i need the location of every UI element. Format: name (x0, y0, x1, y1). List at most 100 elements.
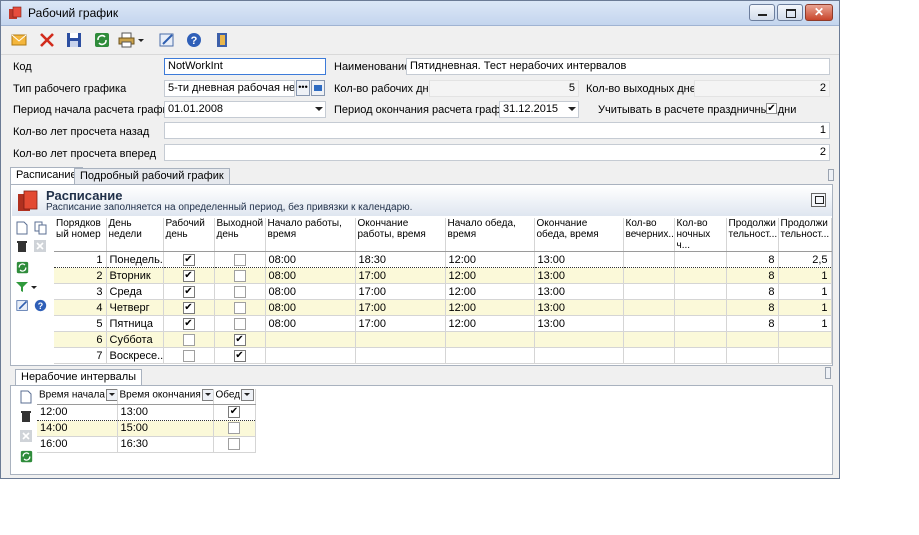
interval-end-cell[interactable]: 16:30 (117, 436, 214, 453)
night-hours-cell[interactable] (674, 299, 727, 316)
checkbox[interactable] (233, 269, 246, 282)
day-cell[interactable]: Воскресе... (106, 347, 164, 364)
night-hours-cell[interactable] (674, 283, 727, 300)
toolbar-print-dropdown[interactable] (118, 30, 144, 50)
table-row[interactable]: 7 Воскресе... ✔ (54, 347, 832, 364)
workday-checkbox[interactable]: ✔ (163, 267, 215, 284)
dayoff-checkbox[interactable]: ✔ (214, 347, 266, 364)
tab-scroll-icon[interactable] (828, 169, 834, 181)
order-cell[interactable]: 5 (54, 315, 107, 332)
order-cell[interactable]: 7 (54, 347, 107, 364)
interval-start-cell[interactable]: 16:00 (37, 436, 118, 453)
evening-hours-cell[interactable] (623, 315, 675, 332)
col-header-dayoff[interactable]: Выходной день (214, 218, 266, 252)
work-end-cell[interactable]: 17:00 (355, 283, 446, 300)
table-row[interactable]: 14:00 15:00 (37, 420, 256, 437)
col-header-day[interactable]: День недели (106, 218, 164, 252)
work-end-cell[interactable] (355, 347, 446, 364)
table-row[interactable]: 12:00 13:00 ✔ (37, 403, 256, 421)
day-cell[interactable]: Суббота (106, 331, 164, 348)
edit-grid-button[interactable] (15, 298, 29, 312)
checkbox[interactable]: ✔ (233, 333, 246, 346)
checkbox[interactable]: ✔ (228, 406, 240, 419)
period-end-select[interactable]: 31.12.2015 (499, 101, 579, 118)
order-cell[interactable]: 3 (54, 283, 107, 300)
interval-end-cell[interactable]: 13:00 (117, 403, 214, 421)
night-hours-cell[interactable] (674, 331, 727, 348)
period-start-select[interactable]: 01.01.2008 (164, 101, 326, 118)
lunch-start-cell[interactable]: 12:00 (445, 299, 535, 316)
toolbar-refresh-button[interactable] (92, 30, 112, 50)
grid-help-button[interactable]: ? (33, 298, 47, 312)
table-row[interactable]: 5 Пятница ✔ 08:00 17:00 12:00 13:00 8 1 (54, 315, 832, 332)
checkbox[interactable] (228, 438, 240, 451)
tab-schedule[interactable]: Расписание (10, 167, 83, 185)
lunch-end-cell[interactable]: 13:00 (534, 299, 624, 316)
work-start-cell[interactable]: 08:00 (265, 299, 356, 316)
filter-dropdown-icon[interactable] (241, 389, 254, 401)
schedule-type-input[interactable]: 5-ти дневная рабочая неделя (164, 80, 295, 97)
close-button[interactable]: ✕ (805, 4, 833, 21)
duration-2-cell[interactable]: 1 (778, 299, 832, 316)
work-start-cell[interactable] (265, 347, 356, 364)
checkbox[interactable] (233, 285, 246, 298)
refresh-intervals-button[interactable] (19, 449, 33, 463)
refresh-grid-button[interactable] (15, 260, 29, 274)
add-interval-button[interactable] (19, 390, 33, 404)
evening-hours-cell[interactable] (623, 267, 675, 284)
interval-end-cell[interactable]: 15:00 (117, 420, 214, 437)
code-input[interactable]: NotWorkInt (164, 58, 326, 75)
table-row[interactable]: 3 Среда ✔ 08:00 17:00 12:00 13:00 8 1 (54, 283, 832, 300)
checkbox[interactable]: ✔ (182, 301, 195, 314)
col-header-order[interactable]: Порядков ый номер (54, 218, 107, 252)
maximize-button[interactable] (777, 4, 803, 21)
work-end-cell[interactable]: 17:00 (355, 315, 446, 332)
dayoff-checkbox[interactable] (214, 267, 266, 284)
checkbox[interactable] (233, 253, 246, 266)
col-header-work-end[interactable]: Окончание работы, время (355, 218, 446, 252)
name-input[interactable]: Пятидневная. Тест нерабочих интервалов (406, 58, 830, 75)
lunch-start-cell[interactable] (445, 331, 535, 348)
toolbar-exit-button[interactable] (212, 30, 232, 50)
checkbox[interactable]: ✔ (182, 317, 195, 330)
clear-interval-button[interactable] (19, 429, 33, 443)
duration-2-cell[interactable] (778, 347, 832, 364)
col-header-lunch-start[interactable]: Начало обеда, время (445, 218, 535, 252)
dayoff-checkbox[interactable] (214, 283, 266, 300)
years-forward-input[interactable]: 2 (164, 144, 830, 161)
lunch-checkbox[interactable] (213, 436, 256, 453)
title-bar[interactable]: Рабочий график ✕ (1, 1, 839, 26)
table-row[interactable]: 6 Суббота ✔ (54, 331, 832, 348)
holidays-checkbox[interactable]: ✔ (766, 103, 777, 114)
lunch-checkbox[interactable]: ✔ (213, 403, 256, 421)
day-cell[interactable]: Четверг (106, 299, 164, 316)
col-header-workday[interactable]: Рабочий день (163, 218, 215, 252)
delete-interval-button[interactable] (19, 409, 33, 423)
restore-panel-button[interactable] (811, 193, 826, 207)
minimize-button[interactable] (749, 4, 775, 21)
evening-hours-cell[interactable] (623, 251, 675, 268)
tab-detailed-schedule[interactable]: Подробный рабочий график (74, 168, 230, 185)
table-row[interactable]: 2 Вторник ✔ 08:00 17:00 12:00 13:00 8 1 (54, 267, 832, 284)
col-header-interval-lunch[interactable]: Обед (213, 389, 256, 405)
duration-2-cell[interactable]: 1 (778, 315, 832, 332)
workday-checkbox[interactable]: ✔ (163, 299, 215, 316)
tab-scroll-icon[interactable] (825, 367, 831, 379)
order-cell[interactable]: 1 (54, 251, 107, 268)
lunch-start-cell[interactable]: 12:00 (445, 283, 535, 300)
checkbox[interactable] (228, 422, 240, 435)
evening-hours-cell[interactable] (623, 283, 675, 300)
duration-1-cell[interactable] (726, 347, 779, 364)
toolbar-help-button[interactable]: ? (184, 30, 204, 50)
toolbar-edit-button[interactable] (157, 30, 177, 50)
table-row[interactable]: 1Понедель... ✔ 08:0018:3012:0013:00 82,5 (54, 251, 832, 268)
dayoff-checkbox[interactable] (214, 299, 266, 316)
duration-1-cell[interactable]: 8 (726, 267, 779, 284)
checkbox[interactable]: ✔ (182, 285, 195, 298)
add-row-button[interactable] (15, 221, 29, 235)
workday-checkbox[interactable]: ✔ (163, 283, 215, 300)
work-end-cell[interactable]: 17:00 (355, 267, 446, 284)
work-start-cell[interactable]: 08:00 (265, 267, 356, 284)
day-cell[interactable]: Понедель... (106, 251, 164, 268)
duration-2-cell[interactable]: 1 (778, 283, 832, 300)
